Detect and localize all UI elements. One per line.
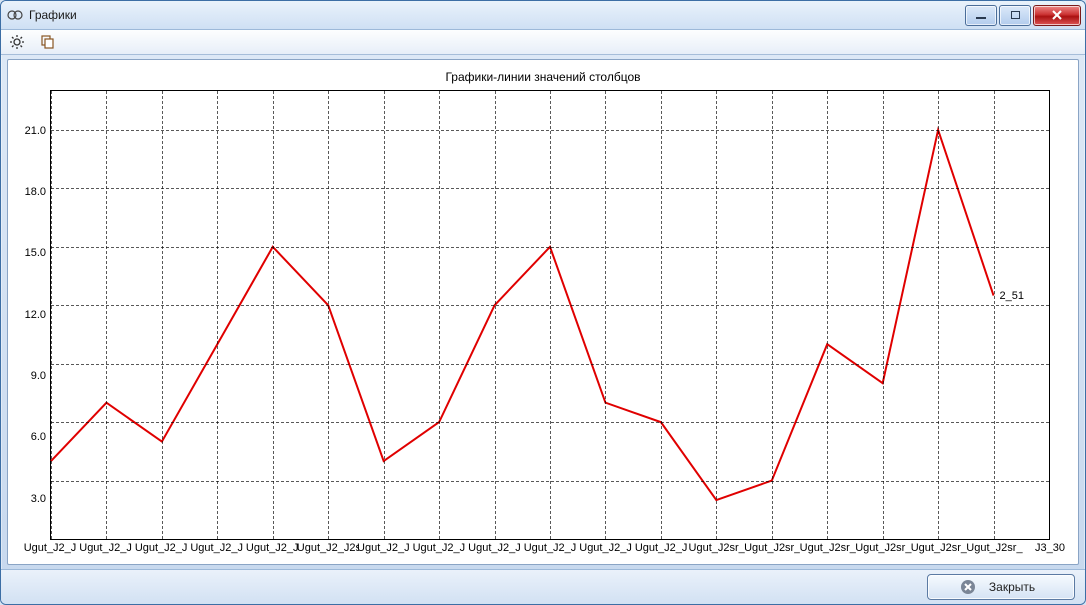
x-tick-label: Ugut_J2_J	[135, 542, 188, 554]
y-tick-label: 12.0	[25, 309, 46, 321]
x-tick-label: Ugut_J2_J	[524, 542, 577, 554]
x-axis: Ugut_J2_JUgut_J2_JUgut_J2_JUgut_J2_JUgut…	[50, 540, 1050, 560]
x-tick-label: Ugut_J2_J	[190, 542, 243, 554]
x-tick-label: Ugut_J2_J	[79, 542, 132, 554]
y-tick-label: 6.0	[31, 431, 46, 443]
close-button-label: Закрыть	[989, 580, 1035, 594]
window-close-button[interactable]	[1033, 5, 1081, 26]
minimize-button[interactable]	[965, 5, 997, 26]
footer: Закрыть	[1, 569, 1085, 604]
y-tick-label: 9.0	[31, 370, 46, 382]
x-tick-label: Ugut_J2_J	[357, 542, 410, 554]
x-tick-label: Ugut_J2sr_	[966, 542, 1022, 554]
chart-title: Графики-линии значений столбцов	[8, 60, 1078, 90]
maximize-button[interactable]	[999, 5, 1031, 26]
x-tick-label: J3_30	[1035, 542, 1065, 554]
titlebar[interactable]: Графики	[1, 1, 1085, 30]
y-axis: 3.0 6.0 9.0 12.0 15.0 18.0 21.0	[16, 90, 50, 560]
x-tick-label: Ugut_J2sr_	[744, 542, 800, 554]
y-tick-label: 15.0	[25, 247, 46, 259]
y-tick-label: 21.0	[25, 125, 46, 137]
x-tick-label: Ugut_J2_J	[635, 542, 688, 554]
gear-icon[interactable]	[9, 34, 25, 50]
x-tick-label: Ugut_J2sr_	[689, 542, 745, 554]
app-window: Графики	[0, 0, 1086, 605]
app-icon	[7, 7, 23, 23]
x-tick-label: Ugut_J2_J	[579, 542, 632, 554]
x-tick-label: Ugut_J2_J	[468, 542, 521, 554]
x-tick-label: Ugut_J2_J	[246, 542, 299, 554]
plot-area[interactable]: 2_51	[50, 90, 1050, 540]
x-tick-label: Ugut_J2_J	[413, 542, 466, 554]
x-tick-label: Ugut_J2_J	[24, 542, 77, 554]
y-tick-label: 18.0	[25, 186, 46, 198]
chart-annotation: 2_51	[1000, 290, 1024, 302]
toolbar	[1, 30, 1085, 55]
close-icon	[961, 580, 975, 594]
chart-panel: Графики-линии значений столбцов 3.0 6.0 9.…	[7, 59, 1079, 565]
y-tick-label: 3.0	[31, 493, 46, 505]
x-tick-label: Ugut_J2sr_	[800, 542, 856, 554]
copy-icon[interactable]	[39, 34, 55, 50]
x-tick-label: Ugut_J2sr_	[855, 542, 911, 554]
window-buttons	[965, 5, 1081, 26]
x-tick-label: Ugut_J2_J2s	[297, 542, 359, 554]
window-title: Графики	[29, 8, 77, 22]
x-tick-label: Ugut_J2sr_	[911, 542, 967, 554]
close-button[interactable]: Закрыть	[927, 574, 1075, 600]
